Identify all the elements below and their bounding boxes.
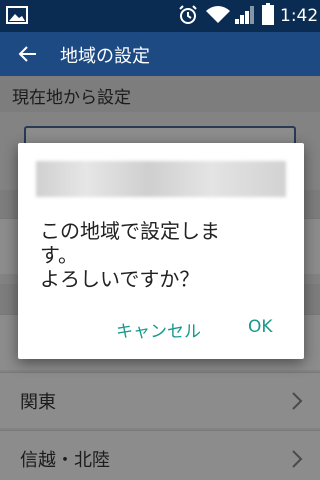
wifi-icon	[206, 6, 230, 23]
dialog-message: この地域で設定しま す。 よろしいですか？	[40, 219, 220, 291]
ok-button[interactable]: OK	[248, 317, 273, 337]
confirm-dialog: この地域で設定しま す。 よろしいですか？ キャンセル OK	[18, 143, 304, 359]
app-bar: 地域の設定	[0, 32, 320, 76]
gallery-icon	[6, 6, 28, 24]
back-arrow-icon[interactable]	[16, 42, 40, 66]
status-time: 1:42	[280, 6, 319, 26]
blurred-region-name	[36, 161, 286, 197]
signal-icon	[235, 6, 254, 24]
status-bar: 1:42	[0, 0, 320, 32]
cancel-button[interactable]: キャンセル	[116, 317, 201, 342]
alarm-icon	[179, 5, 197, 24]
screen: 1:42 地域の設定 現在地から設定 関東 信越・北陸 この地域で設定しま す。…	[0, 0, 320, 480]
battery-icon	[262, 3, 274, 25]
page-title: 地域の設定	[60, 46, 150, 67]
